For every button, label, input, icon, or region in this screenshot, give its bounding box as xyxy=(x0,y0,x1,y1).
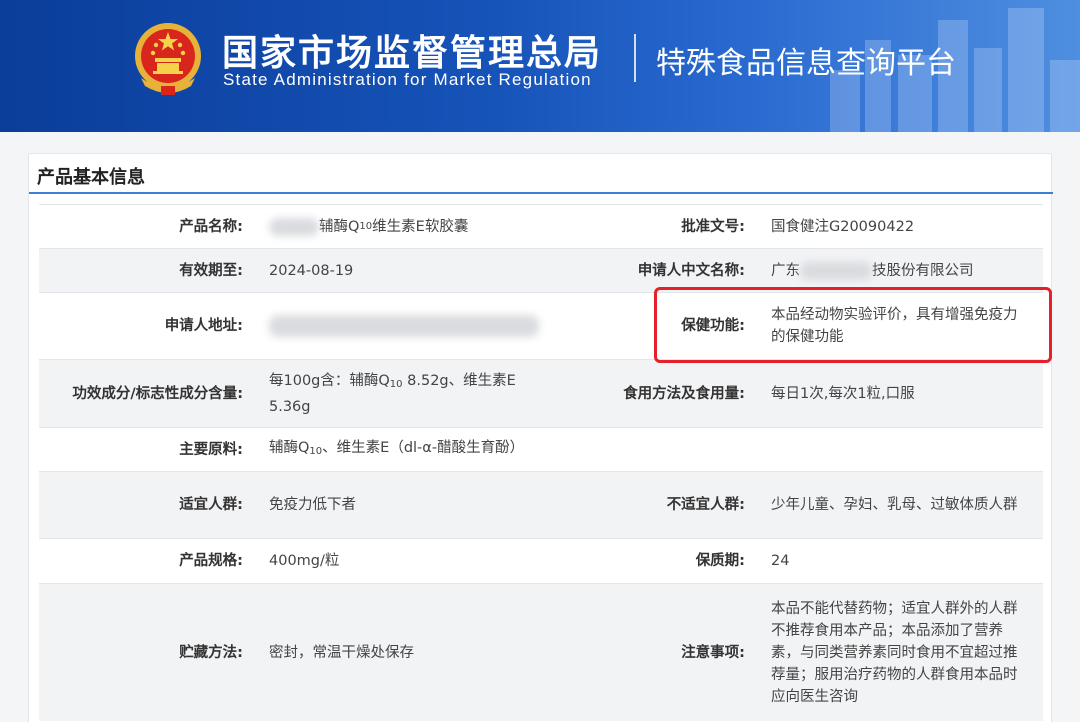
section-title-underline xyxy=(29,192,1053,194)
table-row: 功效成分/标志性成分含量: 每100g含：辅酶Q10 8.52g、维生素E 5.… xyxy=(39,359,1043,427)
table-row: 申请人地址: 保健功能: 本品经动物实验评价，具有增强免疫力的保健功能 xyxy=(39,292,1043,359)
table-row: 产品规格: 400mg/粒 保质期: 24 xyxy=(39,538,1043,583)
value-valid-until: 2024-08-19 xyxy=(269,262,354,279)
org-title-en: State Administration for Market Regulati… xyxy=(223,70,592,89)
value-product-spec: 400mg/粒 xyxy=(269,553,340,569)
redacted-blur xyxy=(269,217,319,236)
value-unsuitable-population: 少年儿童、孕妇、乳母、过敏体质人群 xyxy=(771,497,1018,513)
title-divider xyxy=(634,34,636,82)
label-unsuitable-population: 不适宜人群: xyxy=(666,497,745,513)
label-product-spec: 产品规格: xyxy=(179,553,243,569)
redacted-blur xyxy=(800,261,872,280)
org-title-cn: 国家市场监督管理总局 xyxy=(222,33,603,74)
label-health-function: 保健功能: xyxy=(681,318,745,334)
value-applicant-name: 广东 技股份有限公司 xyxy=(771,261,974,280)
value-health-function: 本品经动物实验评价，具有增强免疫力的保健功能 xyxy=(771,307,1018,345)
value-main-ingredients: 辅酶Q10、维生素E（dl-α-醋酸生育酚） xyxy=(269,439,525,457)
table-row: 适宜人群: 免疫力低下者 不适宜人群: 少年儿童、孕妇、乳母、过敏体质人群 xyxy=(39,471,1043,538)
label-usage-dosage: 食用方法及食用量: xyxy=(623,385,745,402)
product-info-card: 产品基本信息 产品名称: 辅酶Q 10 维生素E软胶囊 批准文号: 国食健注G200… xyxy=(28,153,1053,722)
label-suitable-population: 适宜人群: xyxy=(179,497,243,513)
redacted-blur xyxy=(269,315,539,337)
value-precautions: 本品不能代替药物；适宜人群外的人群不推荐食用本产品；本品添加了营养素，与同类营养… xyxy=(771,600,1018,705)
label-applicant-address: 申请人地址: xyxy=(164,318,243,334)
label-precautions: 注意事项: xyxy=(681,644,745,661)
value-suitable-population: 免疫力低下者 xyxy=(269,497,356,513)
value-approval-number: 国食健注G20090422 xyxy=(771,218,915,235)
table-row: 贮藏方法: 密封，常温干燥处保存 注意事项: 本品不能代替药物；适宜人群外的人群… xyxy=(39,583,1043,721)
value-applicant-address xyxy=(269,293,539,359)
value-functional-ingredients: 每100g含：辅酶Q10 8.52g、维生素E 5.36g xyxy=(269,372,516,415)
value-storage-method: 密封，常温干燥处保存 xyxy=(269,644,414,661)
section-title: 产品基本信息 xyxy=(37,167,145,188)
value-usage-dosage: 每日1次,每次1粒,口服 xyxy=(771,385,915,402)
product-info-table: 产品名称: 辅酶Q 10 维生素E软胶囊 批准文号: 国食健注G20090422 有… xyxy=(39,204,1043,721)
value-product-name: 辅酶Q 10 维生素E软胶囊 xyxy=(269,205,539,248)
label-shelf-life: 保质期: xyxy=(695,553,745,569)
national-emblem-icon xyxy=(135,23,201,95)
platform-title: 特殊食品信息查询平台 xyxy=(656,46,956,81)
value-shelf-life: 24 xyxy=(771,553,790,569)
label-approval-number: 批准文号: xyxy=(681,218,745,235)
label-product-name: 产品名称: xyxy=(179,218,243,235)
label-valid-until: 有效期至: xyxy=(179,262,243,279)
table-row: 有效期至: 2024-08-19 申请人中文名称: 广东 技股份有限公司 xyxy=(39,248,1043,292)
header-banner: 国家市场监督管理总局 State Administration for Mark… xyxy=(0,0,1080,132)
label-main-ingredients: 主要原料: xyxy=(179,441,243,458)
table-row: 主要原料: 辅酶Q10、维生素E（dl-α-醋酸生育酚） xyxy=(39,427,1043,471)
label-applicant-name: 申请人中文名称: xyxy=(637,262,745,279)
label-storage-method: 贮藏方法: xyxy=(179,644,243,661)
label-functional-ingredients: 功效成分/标志性成分含量: xyxy=(72,385,243,402)
table-row: 产品名称: 辅酶Q 10 维生素E软胶囊 批准文号: 国食健注G20090422 xyxy=(39,204,1043,248)
